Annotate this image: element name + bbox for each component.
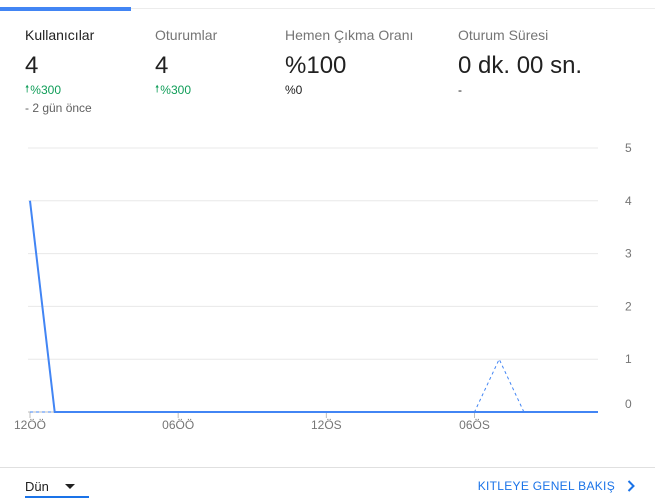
- metric-tab-users[interactable]: Kullanıcılar 4 🠕 %300 - 2 gün önce: [25, 27, 94, 115]
- arrow-up-icon: 🠕: [155, 84, 160, 95]
- caret-down-icon: [65, 483, 75, 489]
- y-tick-label: 2: [625, 299, 632, 313]
- metric-change: -: [458, 83, 462, 97]
- metric-change-value: %300: [30, 83, 61, 97]
- line-chart: 0 1 2 3 4 5 12ÖÖ 06ÖÖ 12ÖS 06ÖS: [14, 141, 632, 432]
- chart-axis-labels: 0 1 2 3 4 5 12ÖÖ 06ÖÖ 12ÖS 06ÖS: [14, 141, 632, 432]
- audience-overview-link[interactable]: KITLEYE GENEL BAKIŞ: [478, 479, 635, 493]
- metric-label: Kullanıcılar: [25, 27, 95, 43]
- metric-tab-session-duration[interactable]: Oturum Süresi 0 dk. 00 sn. -: [458, 27, 582, 97]
- y-tick-label: 0: [625, 397, 632, 411]
- y-tick-label: 4: [625, 194, 632, 208]
- date-range-dropdown[interactable]: Dün: [25, 478, 89, 498]
- active-tab-indicator: [0, 7, 131, 11]
- metric-label: Hemen Çıkma Oranı: [285, 27, 414, 43]
- x-tick-label: 12ÖS: [311, 418, 342, 432]
- date-range-value: Dün: [25, 478, 49, 494]
- x-tick-label: 12ÖÖ: [14, 418, 46, 432]
- metric-value: %100: [285, 52, 347, 79]
- metric-tab-sessions[interactable]: Oturumlar 4 🠕 %300: [155, 27, 217, 97]
- comparison-series-line: [30, 358, 598, 413]
- chevron-right-icon: [627, 480, 635, 492]
- audience-overview-label: KITLEYE GENEL BAKIŞ: [477, 479, 615, 493]
- metric-value: 4: [155, 52, 169, 79]
- y-tick-label: 5: [625, 141, 632, 155]
- metric-label: Oturum Süresi: [458, 27, 549, 43]
- metric-label: Oturumlar: [155, 27, 218, 43]
- metric-value: 4: [25, 52, 39, 79]
- chart-grid: [28, 147, 598, 418]
- analytics-card: Kullanıcılar 4 🠕 %300 - 2 gün önce Oturu…: [0, 0, 655, 504]
- metric-change-value: %300: [160, 83, 191, 97]
- metric-comparison: - 2 gün önce: [25, 101, 92, 115]
- metric-change: 🠕 %300: [155, 83, 217, 97]
- metric-change: %0: [285, 83, 303, 97]
- x-tick-label: 06ÖS: [459, 418, 490, 432]
- x-tick-label: 06ÖÖ: [162, 418, 194, 432]
- metric-value: 0 dk. 00 sn.: [458, 52, 583, 79]
- footer-divider: [0, 467, 655, 468]
- y-tick-label: 1: [625, 352, 632, 366]
- y-tick-label: 3: [625, 247, 632, 261]
- metric-tab-bounce-rate[interactable]: Hemen Çıkma Oranı %100 %0: [285, 27, 413, 97]
- metric-change: 🠕 %300: [25, 83, 94, 97]
- arrow-up-icon: 🠕: [25, 84, 30, 95]
